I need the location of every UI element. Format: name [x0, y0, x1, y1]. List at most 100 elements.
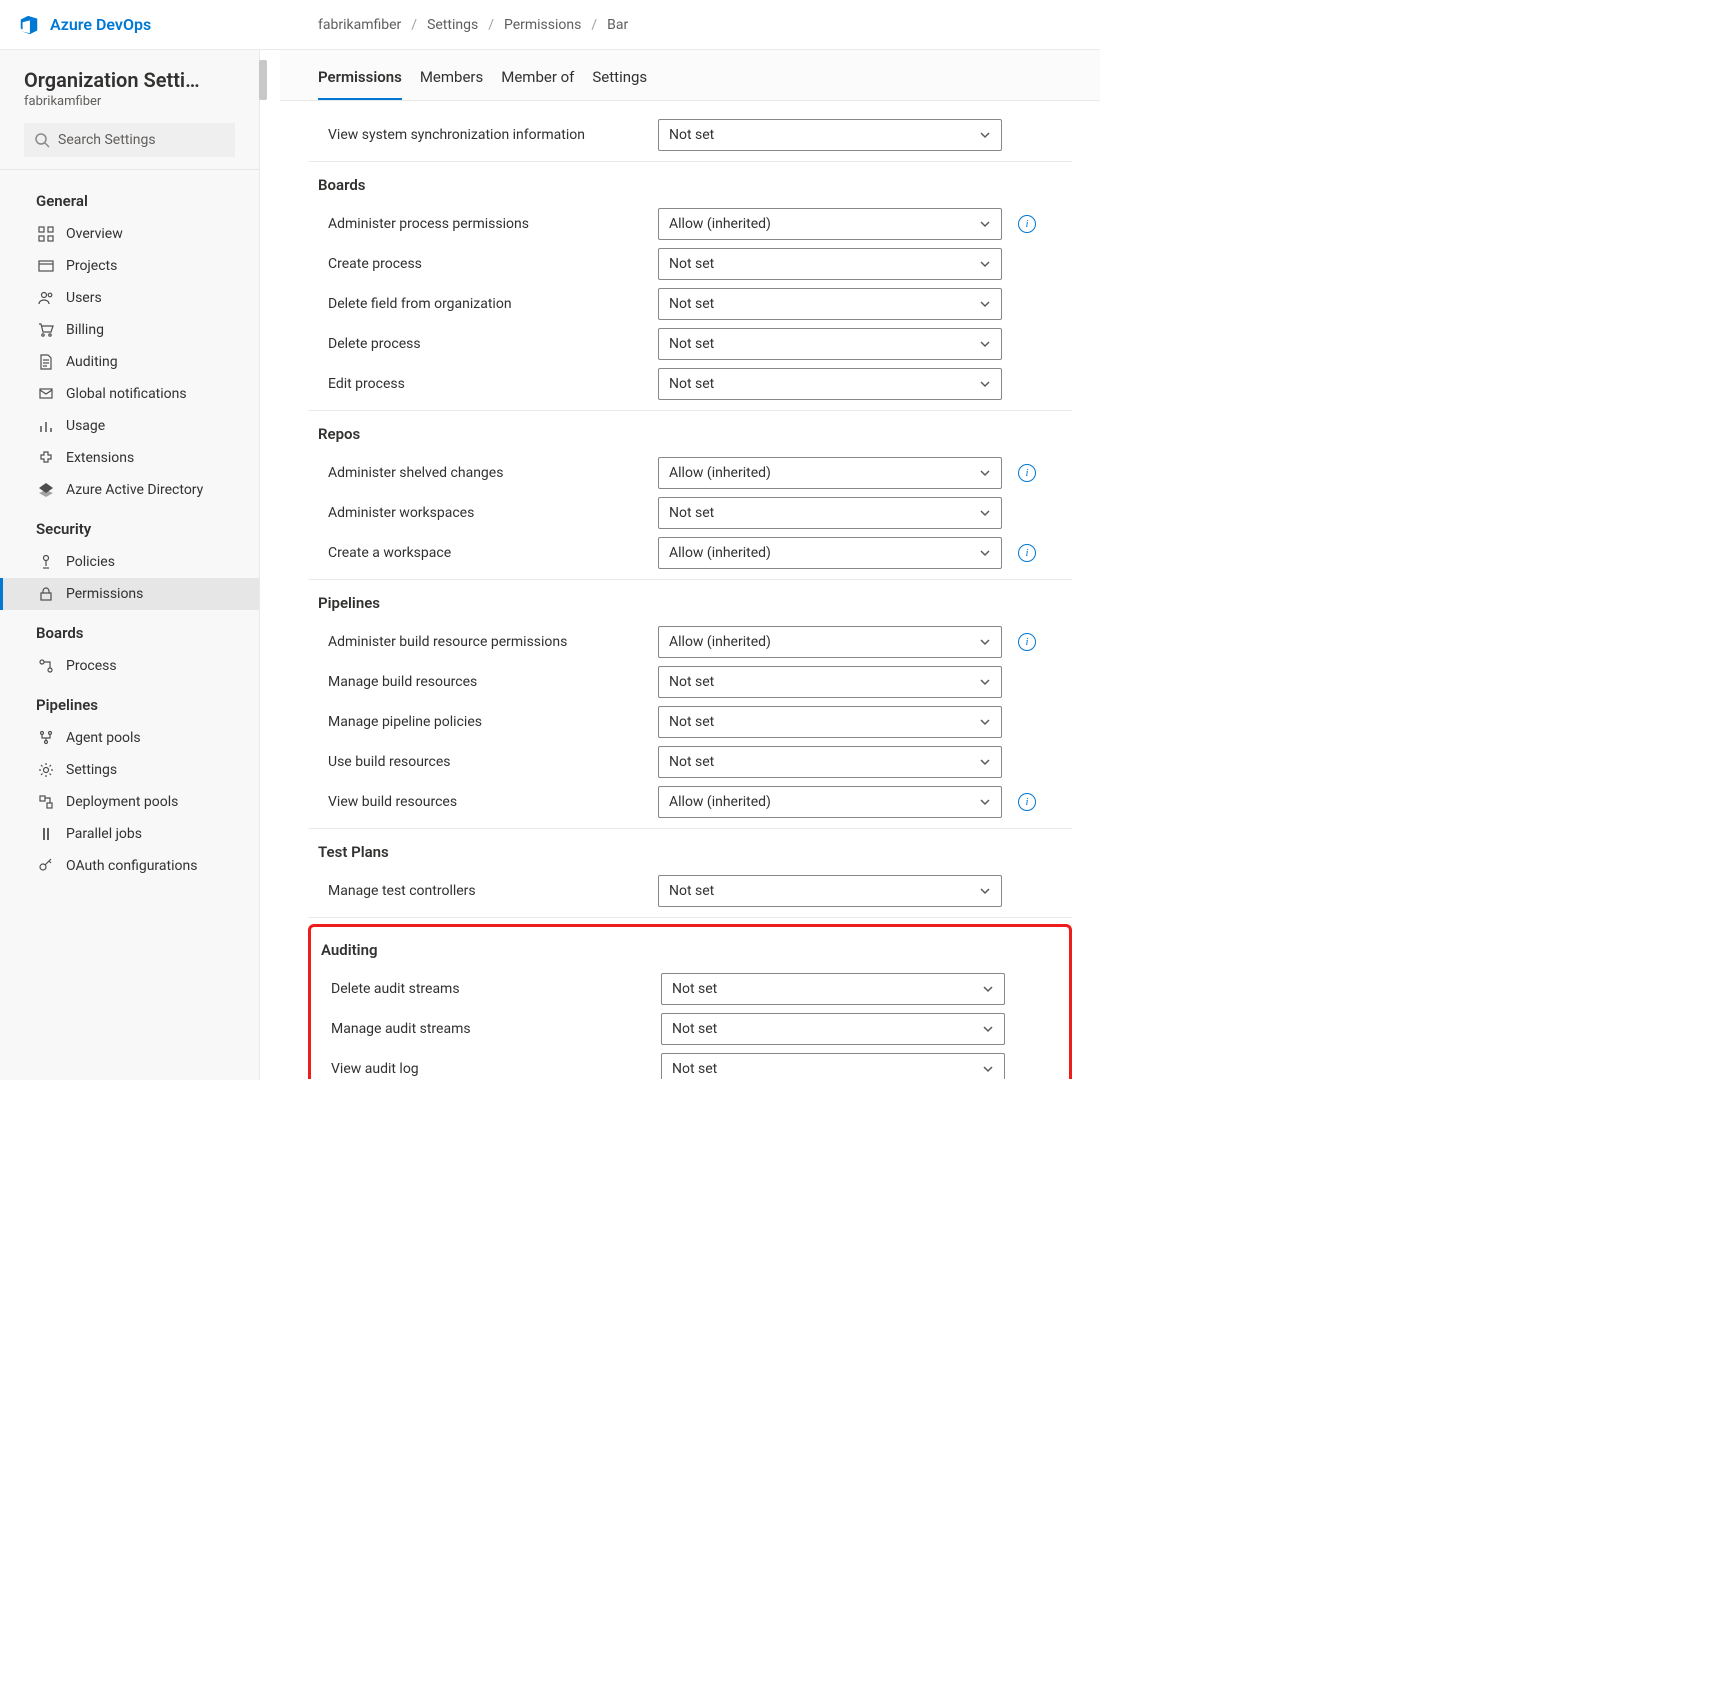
sidebar-item-process[interactable]: Process [0, 650, 259, 682]
chevron-down-icon [979, 885, 991, 897]
perm-select[interactable]: Allow (inherited) [658, 457, 1002, 489]
perm-select[interactable]: Not set [658, 666, 1002, 698]
sidebar-item-deployment-pools[interactable]: Deployment pools [0, 786, 259, 818]
info-icon[interactable]: i [1018, 633, 1036, 651]
top-header: Azure DevOps fabrikamfiber / Settings / Perm… [0, 0, 1100, 50]
info-icon[interactable]: i [1018, 464, 1036, 482]
perm-select[interactable]: Not set [658, 288, 1002, 320]
sidebar-item-label: Extensions [66, 450, 134, 466]
perm-row: Delete audit streamsNot set [321, 969, 1059, 1009]
chevron-down-icon [979, 338, 991, 350]
sidebar-item-global-notifications[interactable]: Global notifications [0, 378, 259, 410]
perm-select[interactable]: Not set [658, 746, 1002, 778]
breadcrumb-item[interactable]: fabrikamfiber [318, 17, 401, 33]
perm-value: Allow (inherited) [669, 634, 771, 650]
key-icon [38, 858, 54, 874]
perm-select[interactable]: Not set [661, 1013, 1005, 1045]
perm-select[interactable]: Not set [658, 119, 1002, 151]
perm-select[interactable]: Allow (inherited) [658, 208, 1002, 240]
chevron-down-icon [982, 1063, 994, 1075]
info-icon[interactable]: i [1018, 793, 1036, 811]
sidebar-item-parallel-jobs[interactable]: Parallel jobs [0, 818, 259, 850]
sidebar-item-label: Global notifications [66, 386, 187, 402]
chevron-down-icon [979, 298, 991, 310]
search-input[interactable]: Search Settings [24, 123, 235, 157]
chevron-down-icon [979, 218, 991, 230]
perm-row: Administer shelved changesAllow (inherit… [318, 453, 1062, 493]
tab-permissions[interactable]: Permissions [318, 68, 402, 100]
breadcrumb-separator: / [488, 17, 494, 33]
chevron-down-icon [979, 507, 991, 519]
cart-icon [38, 322, 54, 338]
sidebar-item-oauth-configurations[interactable]: OAuth configurations [0, 850, 259, 882]
perm-row: View audit log Not set [321, 1049, 1059, 1079]
sidebar-item-auditing[interactable]: Auditing [0, 346, 259, 378]
perm-row: Create a workspaceAllow (inherited)i [318, 533, 1062, 573]
perm-label: Administer workspaces [318, 505, 658, 521]
parallel-icon [38, 826, 54, 842]
breadcrumb-item[interactable]: Settings [427, 17, 478, 33]
sidebar-item-permissions[interactable]: Permissions [0, 578, 259, 610]
sidebar-item-label: OAuth configurations [66, 858, 197, 874]
perm-select[interactable]: Not set [661, 1053, 1005, 1079]
sidebar-scrollbar[interactable] [259, 60, 267, 100]
perm-select[interactable]: Not set [658, 328, 1002, 360]
sidebar-item-billing[interactable]: Billing [0, 314, 259, 346]
perm-select[interactable]: Not set [661, 973, 1005, 1005]
chart-icon [38, 418, 54, 434]
perm-select[interactable]: Not set [658, 497, 1002, 529]
perm-select[interactable]: Not set [658, 875, 1002, 907]
sidebar-item-policies[interactable]: Policies [0, 546, 259, 578]
breadcrumb-item[interactable]: Permissions [504, 17, 581, 33]
perm-value: Not set [669, 336, 714, 352]
perm-label: View audit log [321, 1061, 661, 1077]
sidebar-divider [0, 169, 259, 170]
perm-value: Not set [669, 714, 714, 730]
sidebar-item-projects[interactable]: Projects [0, 250, 259, 282]
perm-row: Administer process permissionsAllow (inh… [318, 204, 1062, 244]
page-subtitle: fabrikamfiber [0, 92, 259, 123]
info-icon[interactable]: i [1018, 215, 1036, 233]
notification-icon [38, 386, 54, 402]
sidebar: Organization Setti… fabrikamfiber Search… [0, 50, 260, 1080]
breadcrumb-separator: / [591, 17, 597, 33]
perm-value: Not set [672, 1061, 717, 1077]
perm-select[interactable]: Allow (inherited) [658, 537, 1002, 569]
perm-row: Manage build resourcesNot set [318, 662, 1062, 702]
deploy-icon [38, 794, 54, 810]
aad-icon [38, 482, 54, 498]
perm-row: Manage test controllersNot set [318, 871, 1062, 911]
sidebar-item-settings[interactable]: Settings [0, 754, 259, 786]
sidebar-item-label: Parallel jobs [66, 826, 142, 842]
perm-row: Manage pipeline policies Not set [318, 702, 1062, 742]
perm-select[interactable]: Allow (inherited) [658, 786, 1002, 818]
breadcrumb-item[interactable]: Bar [607, 17, 628, 33]
perm-label: Manage test controllers [318, 883, 658, 899]
perm-select[interactable]: Not set [658, 248, 1002, 280]
perm-value: Not set [669, 256, 714, 272]
sidebar-item-agent-pools[interactable]: Agent pools [0, 722, 259, 754]
tab-members[interactable]: Members [420, 68, 483, 100]
sidebar-section-title: Security [0, 506, 259, 546]
sidebar-item-usage[interactable]: Usage [0, 410, 259, 442]
sidebar-item-users[interactable]: Users [0, 282, 259, 314]
chevron-down-icon [979, 258, 991, 270]
perm-select[interactable]: Not set [658, 368, 1002, 400]
chevron-down-icon [979, 467, 991, 479]
perm-select[interactable]: Not set [658, 706, 1002, 738]
sidebar-item-label: Users [66, 290, 102, 306]
perm-row: Use build resourcesNot set [318, 742, 1062, 782]
tab-member-of[interactable]: Member of [501, 68, 574, 100]
brand-link[interactable]: Azure DevOps [18, 14, 151, 36]
perm-select[interactable]: Allow (inherited) [658, 626, 1002, 658]
perm-value: Not set [669, 674, 714, 690]
perm-label: Manage pipeline policies [318, 714, 658, 730]
policy-icon [38, 554, 54, 570]
info-icon[interactable]: i [1018, 544, 1036, 562]
sidebar-item-label: Billing [66, 322, 104, 338]
sidebar-item-azure-active-directory[interactable]: Azure Active Directory [0, 474, 259, 506]
sidebar-item-overview[interactable]: Overview [0, 218, 259, 250]
tab-settings[interactable]: Settings [592, 68, 647, 100]
sidebar-item-extensions[interactable]: Extensions [0, 442, 259, 474]
perm-label: Use build resources [318, 754, 658, 770]
